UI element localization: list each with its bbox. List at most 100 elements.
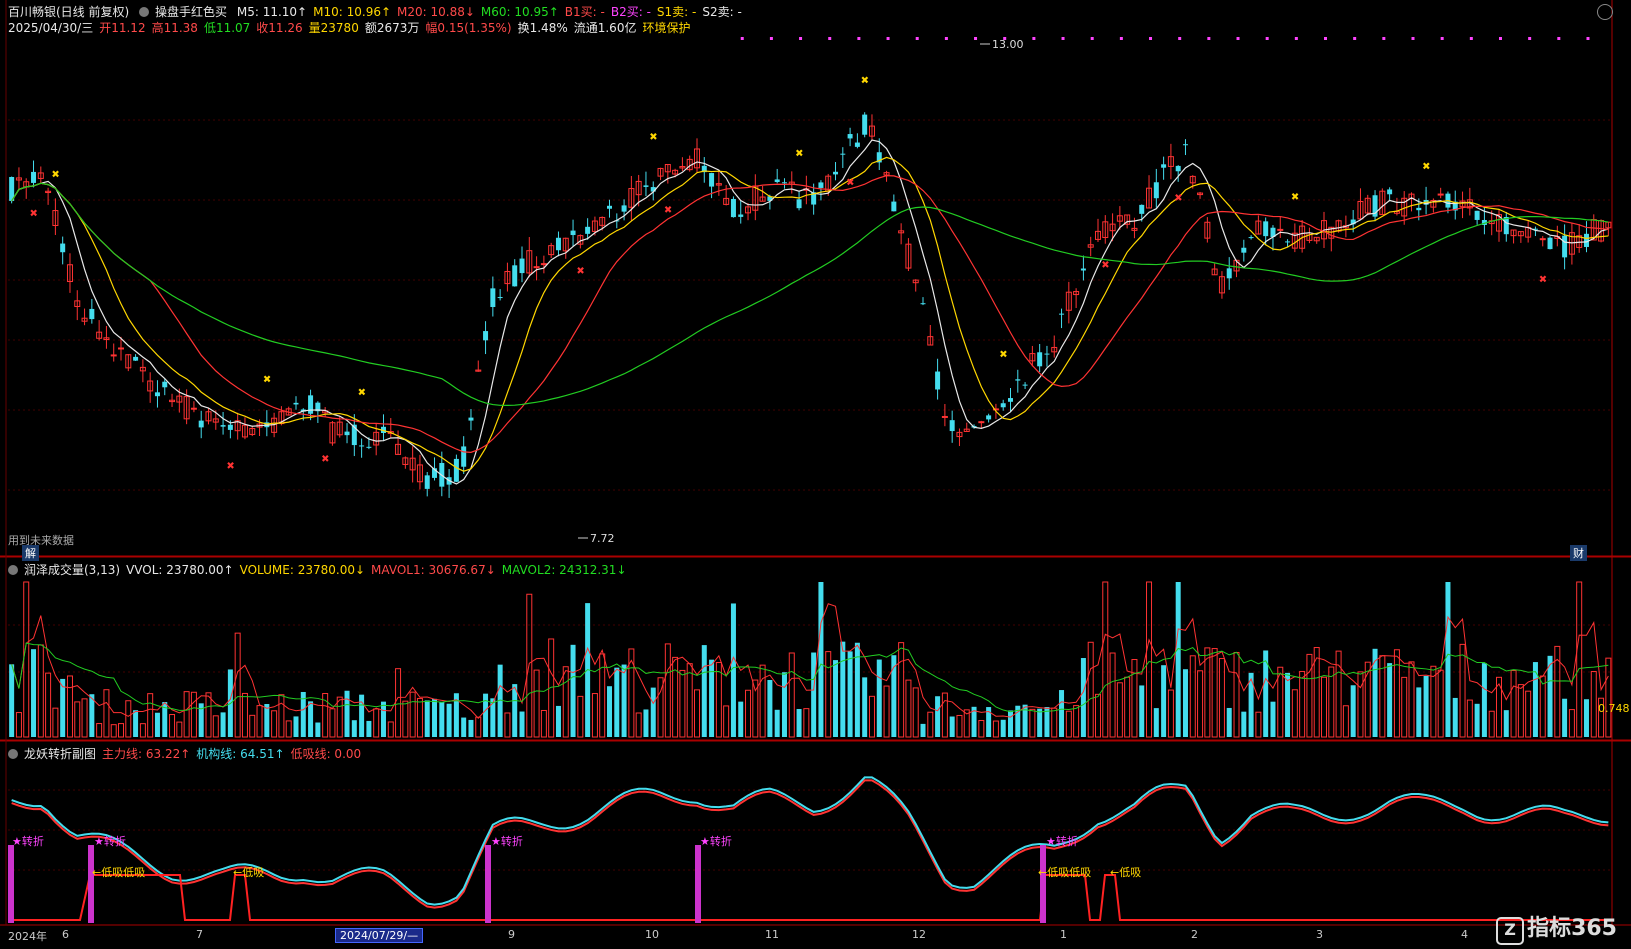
volume-bar: [271, 710, 278, 738]
candle-body: [1022, 384, 1028, 386]
volume-bar: [1211, 648, 1218, 738]
volume-bar: [956, 714, 963, 738]
volume-bar: [701, 645, 707, 737]
candle-body: [796, 199, 802, 209]
indicator-name[interactable]: 操盘手红色买: [155, 5, 227, 19]
low-dip-line: [8, 874, 1612, 921]
volume-bar: [387, 721, 394, 738]
volume-bar: [912, 687, 919, 738]
volume-bar: [169, 714, 176, 738]
volume-bar: [15, 712, 22, 738]
volume-bar: [825, 651, 832, 738]
volume-bar: [1481, 663, 1487, 737]
candle-body: [1539, 238, 1546, 241]
quote-item-5: 量23780: [308, 21, 359, 35]
signal-dot: [1469, 37, 1473, 40]
volume-bar: [1321, 676, 1328, 738]
volume-bar: [847, 651, 853, 737]
volume-bar: [868, 695, 875, 738]
volume-bar: [183, 691, 190, 738]
candle-body: [986, 415, 992, 420]
trade-markers: ✖ ✖ ✖ ✖ ✖ ✖ ✖ ✖ ✖ ✖ ✖ ✖ ✖ ✖ ✖ ✖ ✖ ✖: [30, 76, 1548, 472]
quote-item-3: 低11.07: [203, 21, 251, 35]
ma-label-5: B2买: -: [610, 5, 651, 19]
volume-bar: [1029, 708, 1036, 738]
volume-bar: [1291, 689, 1298, 738]
volume-bar: [1466, 699, 1473, 738]
signal-dot: [1061, 37, 1065, 40]
candle-body: [133, 356, 139, 361]
volume-bar: [1065, 710, 1072, 738]
candle-body: [293, 402, 299, 405]
volume-bar: [883, 685, 890, 738]
volume-bar: [1218, 658, 1225, 738]
turn-bar-4: [1040, 845, 1046, 923]
volume-bar: [1539, 675, 1546, 738]
volume-gear-icon[interactable]: [8, 565, 18, 575]
quote-item-6: 额2673万: [364, 21, 420, 35]
signal-dot: [974, 37, 978, 40]
quote-item-1: 开11.12: [99, 21, 146, 35]
candle-body: [1161, 164, 1167, 168]
volume-bar: [1008, 710, 1013, 737]
volume-bar: [949, 716, 955, 737]
volume-bar: [1241, 711, 1247, 737]
candle-body: [621, 205, 627, 212]
stock-title[interactable]: 百川畅银(日线 前复权): [8, 5, 129, 19]
sell-marker: ✖: [51, 169, 59, 180]
candle-body: [1277, 228, 1284, 231]
volume-bar: [1605, 657, 1612, 738]
volume-bar: [1131, 659, 1138, 738]
watermark-logo: Z 指标365: [1496, 910, 1617, 945]
buy-marker: ✖: [1539, 275, 1547, 286]
volume-bar: [461, 717, 467, 737]
volume-bar: [1299, 670, 1306, 738]
candle-body: [1044, 353, 1050, 355]
settings-gear-icon[interactable]: [139, 7, 150, 17]
collapse-icon[interactable]: [1597, 4, 1613, 20]
logo-text: 指标365: [1527, 916, 1617, 941]
candle-body: [483, 331, 489, 341]
volume-legend: 润泽成交量(3,13) VVOL: 23780.00↑ VOLUME: 23780.…: [8, 562, 639, 578]
candle-body: [89, 308, 95, 320]
volume-bar: [1197, 670, 1204, 738]
volume-bar: [220, 712, 226, 737]
volume-bar: [1590, 671, 1597, 738]
volume-bar: [781, 672, 787, 737]
chart-canvas[interactable]: ✖ ✖ ✖ ✖ ✖ ✖ ✖ ✖ ✖ ✖ ✖ ✖ ✖ ✖ ✖ ✖ ✖ ✖: [0, 0, 1631, 949]
volume-bar: [1372, 648, 1378, 737]
cai-badge[interactable]: 财: [1570, 545, 1587, 561]
jie-badge[interactable]: 解: [22, 545, 39, 561]
candle-body: [190, 407, 197, 410]
volume-bar: [66, 675, 73, 738]
volume-bar: [992, 720, 999, 738]
candle-body: [585, 226, 591, 234]
volume-bar: [1452, 697, 1458, 737]
quote-item-8: 换1.48%: [517, 21, 568, 35]
sell-marker: ✖: [649, 132, 657, 143]
volume-bar: [241, 692, 248, 738]
volume-bar: [256, 705, 263, 738]
candle-body: [1080, 268, 1086, 271]
volume-bar: [1182, 669, 1188, 737]
signal-dot: [1294, 37, 1298, 40]
buy-marker: ✖: [226, 461, 234, 472]
volume-bar: [1335, 650, 1342, 738]
quote-item-7: 幅0.15(1.35%): [425, 21, 512, 35]
candle-body: [941, 415, 948, 418]
ma-label-0: M5: 11.10↑: [236, 5, 308, 19]
ma60-line: [11, 182, 1609, 407]
volume-bar: [1423, 675, 1429, 737]
volume-bar: [1204, 647, 1211, 738]
x-axis-label-9: 2: [1191, 928, 1198, 941]
volume-bar: [693, 689, 700, 738]
x-axis-label-3: 2024/07/29/—: [335, 928, 424, 943]
volume-bar: [759, 664, 766, 738]
sub-gear-icon[interactable]: [8, 749, 18, 759]
candle-body: [1437, 193, 1444, 196]
candle-body: [1175, 165, 1181, 172]
volume-label-0: 润泽成交量(3,13): [24, 563, 121, 577]
volume-bar: [212, 715, 219, 738]
volume-bar: [1583, 699, 1589, 737]
candle-body: [978, 421, 985, 424]
